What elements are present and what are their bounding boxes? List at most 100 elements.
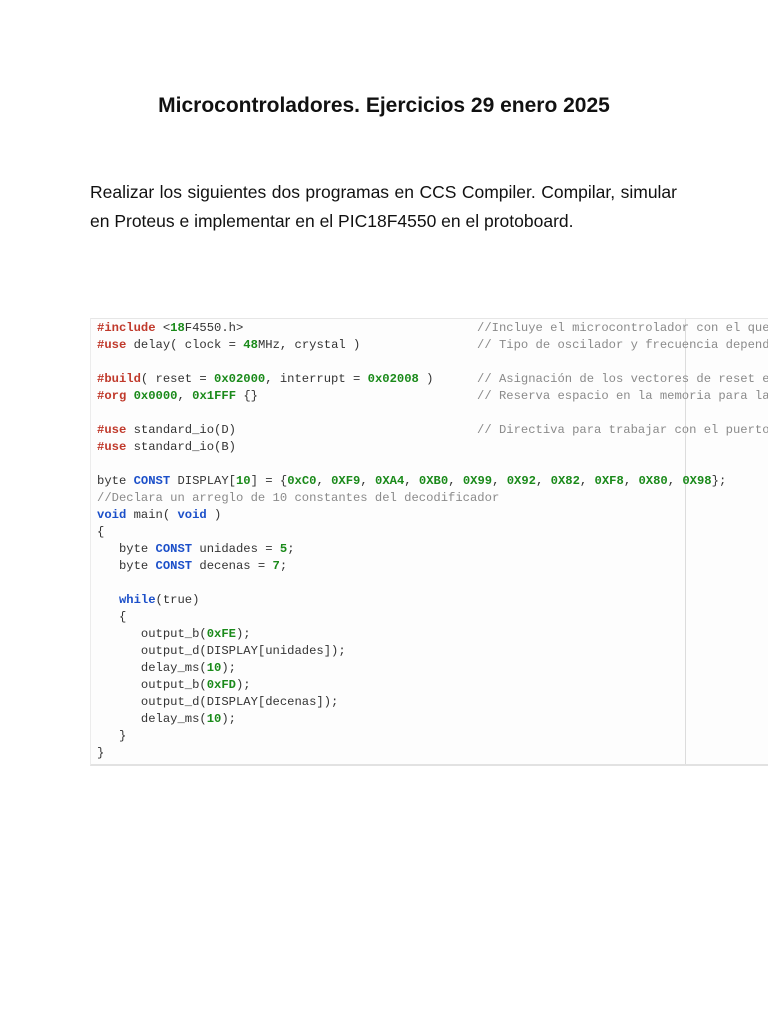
- code-token-num: 0x02000: [214, 372, 266, 386]
- code-token-num: 0X80: [638, 474, 668, 488]
- code-token-num: 0X82: [550, 474, 580, 488]
- code-line: #build( reset = 0x02000, interrupt = 0x0…: [97, 371, 433, 388]
- code-line: #use delay( clock = 48MHz, crystal ): [97, 337, 360, 354]
- code-token-num: 0x02008: [367, 372, 419, 386]
- code-line: {: [97, 609, 126, 626]
- code-token-num: 0X92: [506, 474, 536, 488]
- code-token-num: 0x0000: [133, 389, 178, 403]
- code-token-num: 0XF9: [331, 474, 361, 488]
- code-token-txt: }: [97, 729, 127, 743]
- code-comment: // Reserva espacio en la memoria para la: [477, 389, 768, 403]
- code-token-txt: output_d(DISPLAY[decenas]);: [97, 695, 339, 709]
- code-token-txt: ] = {: [250, 474, 288, 488]
- code-token-txt: ,: [623, 474, 639, 488]
- code-line: void main( void ): [97, 507, 221, 524]
- code-token-num: 0XA4: [375, 474, 405, 488]
- code-line: }: [97, 745, 104, 762]
- code-token-num: 0X98: [682, 474, 712, 488]
- code-token-txt: {: [97, 610, 127, 624]
- code-token-txt: byte: [97, 559, 156, 573]
- code-token-txt: , interrupt =: [265, 372, 368, 386]
- code-token-txt: byte: [97, 474, 134, 488]
- code-token-txt: ,: [536, 474, 551, 488]
- code-token-txt: ,: [492, 474, 507, 488]
- code-screenshot: #include <18F4550.h> //Incluye el microco…: [90, 318, 768, 766]
- code-line: byte CONST unidades = 5;: [97, 541, 295, 558]
- code-token-txt: }: [97, 746, 105, 760]
- code-line: output_b(0xFD);: [97, 677, 251, 694]
- code-token-num: 0x1FFF: [192, 389, 237, 403]
- code-comment: // Tipo de oscilador y frecuencia depend: [477, 338, 768, 352]
- code-token-pre: #include: [97, 321, 156, 335]
- code-token-pre: #org: [97, 389, 127, 403]
- code-line: {: [97, 524, 104, 541]
- code-token-num: 18: [170, 321, 185, 335]
- code-token-txt: };: [711, 474, 727, 488]
- code-token-txt: byte: [97, 542, 156, 556]
- code-token-num: 0xFD: [206, 678, 236, 692]
- code-token-kw: CONST: [155, 559, 193, 573]
- code-line: #use standard_io(D): [97, 422, 236, 439]
- code-token-txt: ,: [667, 474, 683, 488]
- code-line: //Declara un arreglo de 10 constantes de…: [97, 490, 499, 507]
- code-line: output_d(DISPLAY[unidades]);: [97, 643, 346, 660]
- code-token-txt: ): [206, 508, 222, 522]
- code-token-txt: delay( clock =: [126, 338, 244, 352]
- code-comment: //Incluye el microcontrolador con el que: [477, 321, 768, 335]
- code-line: #use standard_io(B): [97, 439, 236, 456]
- code-token-kw: CONST: [155, 542, 193, 556]
- code-token-num: 0XB0: [418, 474, 449, 488]
- code-token-txt: DISPLAY[: [170, 474, 236, 488]
- code-token-txt: MHz, crystal ): [257, 338, 361, 352]
- code-token-txt: standard_io(D): [126, 423, 236, 437]
- code-token-pre: #use: [97, 423, 127, 437]
- code-line: #org 0x0000, 0x1FFF {}: [97, 388, 258, 405]
- code-line: byte CONST DISPLAY[10] = {0xC0, 0XF9, 0X…: [97, 473, 726, 490]
- code-token-txt: main(: [126, 508, 178, 522]
- code-line: #include <18F4550.h>: [97, 320, 243, 337]
- code-comment: // Directiva para trabajar con el puerto: [477, 423, 768, 437]
- code-token-kw: while: [118, 593, 156, 607]
- code-line: delay_ms(10);: [97, 660, 236, 677]
- code-token-kw: void: [97, 508, 127, 522]
- code-token-com: //Declara un arreglo de 10 constantes de…: [97, 491, 500, 505]
- code-comment: // Asignación de los vectores de reset e: [477, 372, 768, 386]
- code-token-pre: #use: [97, 440, 127, 454]
- code-token-txt: ( reset =: [140, 372, 215, 386]
- code-token-txt: ,: [360, 474, 376, 488]
- code-token-txt: unidades =: [192, 542, 280, 556]
- code-token-txt: );: [235, 627, 251, 641]
- code-token-num: 10: [235, 474, 251, 488]
- code-token-txt: ): [418, 372, 434, 386]
- code-line: delay_ms(10);: [97, 711, 236, 728]
- code-line: while(true): [97, 592, 199, 609]
- code-token-txt: );: [221, 661, 236, 675]
- code-token-pre: #use: [97, 338, 127, 352]
- code-token-txt: ,: [579, 474, 595, 488]
- code-token-num: 10: [206, 661, 222, 675]
- code-token-txt: );: [235, 678, 251, 692]
- code-token-txt: {}: [236, 389, 258, 403]
- code-token-txt: decenas =: [192, 559, 273, 573]
- code-token-txt: ,: [448, 474, 463, 488]
- code-token-txt: ,: [404, 474, 419, 488]
- code-token-num: 7: [272, 559, 280, 573]
- code-token-num: 0xC0: [287, 474, 317, 488]
- code-token-num: 48: [243, 338, 258, 352]
- code-token-txt: ,: [177, 389, 193, 403]
- code-token-txt: (true): [155, 593, 200, 607]
- page-title: Microcontroladores. Ejercicios 29 enero …: [158, 94, 610, 117]
- code-line: output_b(0xFE);: [97, 626, 251, 643]
- code-token-txt: <: [155, 321, 171, 335]
- code-token-kw: void: [177, 508, 207, 522]
- code-line: byte CONST decenas = 7;: [97, 558, 287, 575]
- code-token-num: 0xFE: [206, 627, 236, 641]
- code-token-txt: output_d(DISPLAY[unidades]);: [97, 644, 346, 658]
- code-token-num: 0XF8: [594, 474, 624, 488]
- code-token-txt: );: [221, 712, 236, 726]
- code-token-txt: {: [97, 525, 105, 539]
- intro-paragraph: Realizar los siguientes dos programas en…: [90, 182, 677, 231]
- code-token-txt: ;: [279, 559, 288, 573]
- code-token-txt: standard_io(B): [126, 440, 236, 454]
